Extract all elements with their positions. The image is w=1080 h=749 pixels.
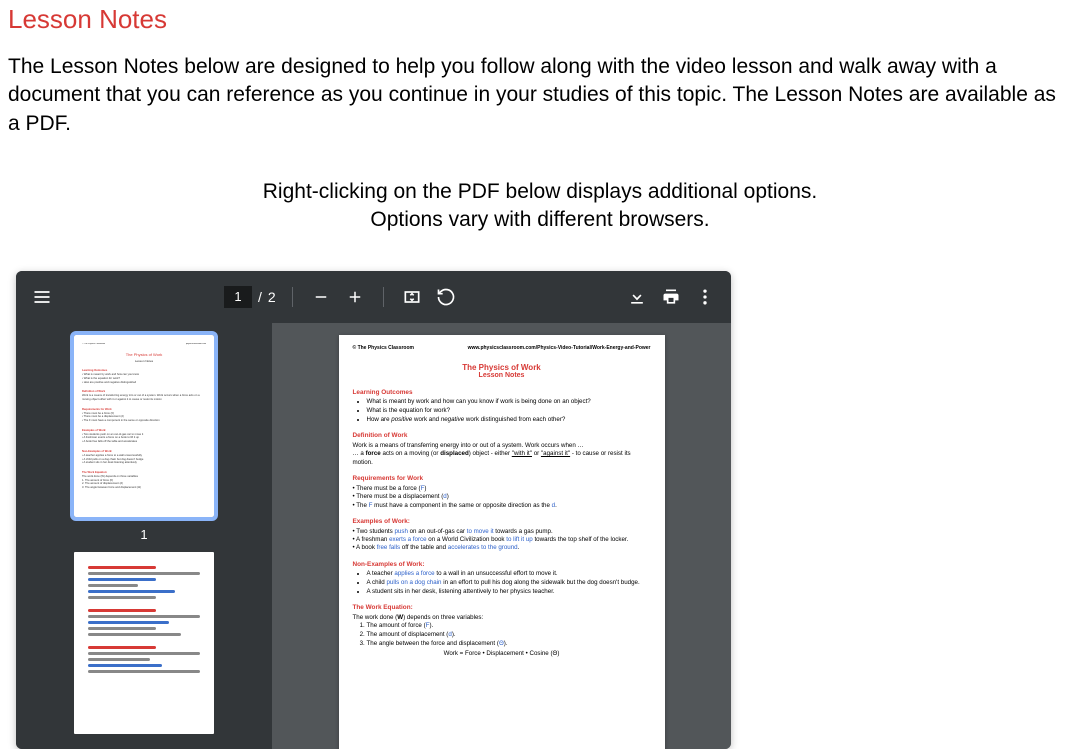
section-definition: Definition of Work Work is a means of tr…: [353, 432, 651, 467]
page-title: Lesson Notes: [8, 0, 1072, 35]
thumbnail-page-1[interactable]: © The Physics Classroomphysicsclassroom.…: [74, 335, 214, 517]
zoom-in-icon[interactable]: [343, 285, 367, 309]
fit-page-icon[interactable]: [400, 285, 424, 309]
more-icon[interactable]: [693, 285, 717, 309]
page-input[interactable]: [224, 286, 252, 308]
zoom-out-icon[interactable]: [309, 285, 333, 309]
pdf-toolbar: / 2: [16, 271, 731, 323]
menu-icon[interactable]: [30, 285, 54, 309]
header-right: www.physicsclassroom.com/Physics-Video-T…: [468, 345, 651, 351]
pdf-viewer[interactable]: / 2: [16, 271, 731, 749]
divider: [292, 287, 293, 307]
section-requirements: Requirements for Work • There must be a …: [353, 475, 651, 510]
section-equation: The Work Equation: The work done (W) dep…: [353, 604, 651, 658]
rotate-icon[interactable]: [434, 285, 458, 309]
section-nonexamples: Non-Examples of Work: A teacher applies …: [353, 561, 651, 597]
pdf-page-1: © The Physics Classroom www.physicsclass…: [339, 335, 665, 749]
thumbnail-page-2[interactable]: [74, 552, 214, 734]
divider: [383, 287, 384, 307]
doc-title: The Physics of Work: [353, 363, 651, 372]
thumbnail-label-1: 1: [140, 527, 147, 542]
intro-text: The Lesson Notes below are designed to h…: [8, 53, 1072, 138]
hint-text: Right-clicking on the PDF below displays…: [8, 178, 1072, 235]
section-outcomes: Learning Outcomes What is meant by work …: [353, 389, 651, 425]
download-icon[interactable]: [625, 285, 649, 309]
total-pages: 2: [268, 289, 276, 305]
page-area[interactable]: © The Physics Classroom www.physicsclass…: [272, 323, 731, 749]
doc-subtitle: Lesson Notes: [353, 372, 651, 379]
section-examples: Examples of Work: • Two students push on…: [353, 518, 651, 553]
page-indicator: / 2: [224, 286, 276, 308]
thumbnail-panel: © The Physics Classroomphysicsclassroom.…: [16, 323, 272, 749]
print-icon[interactable]: [659, 285, 683, 309]
slash-label: /: [258, 289, 262, 305]
header-left: © The Physics Classroom: [353, 345, 414, 351]
